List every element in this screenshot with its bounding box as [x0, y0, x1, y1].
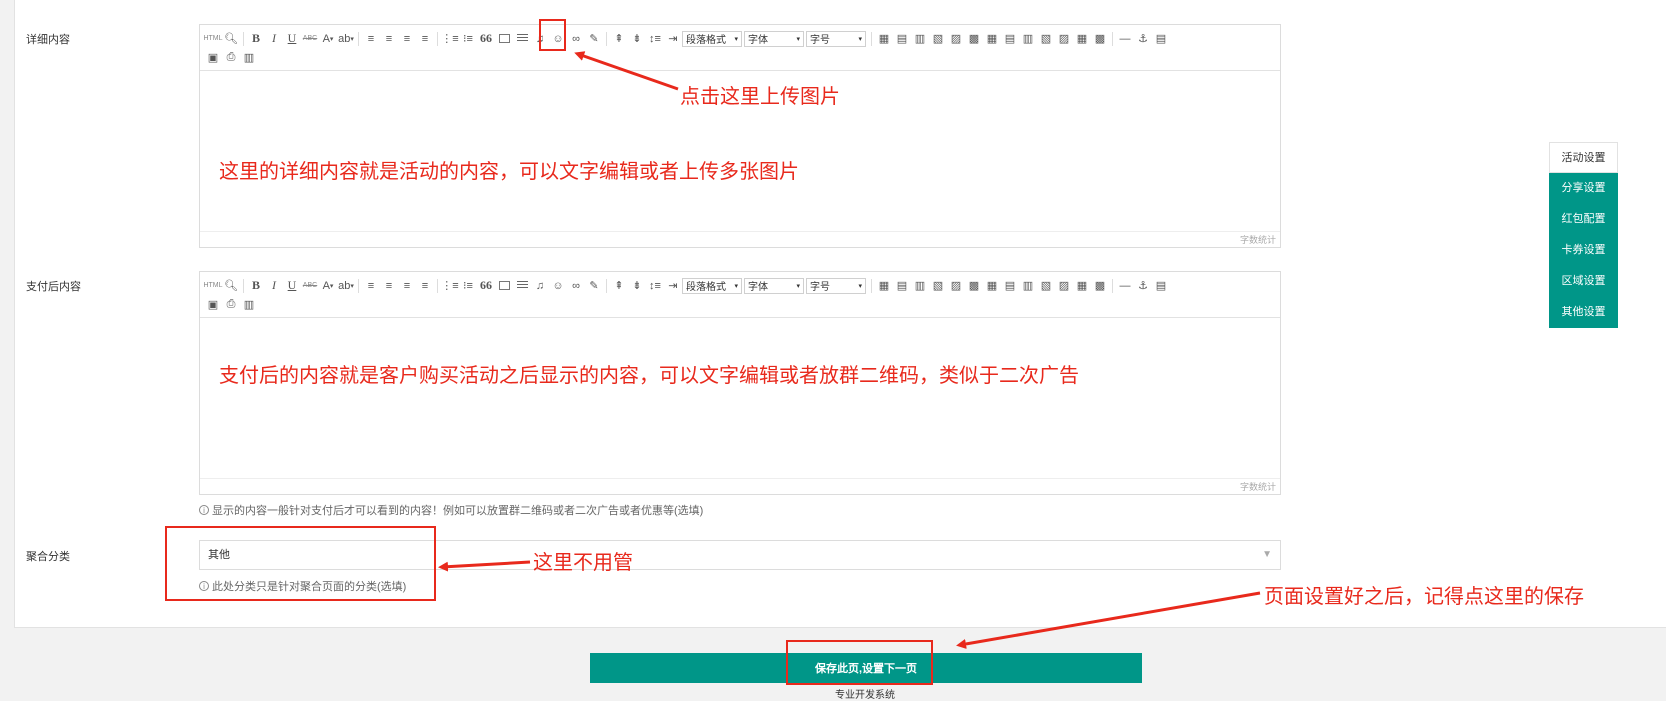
arrow-to-category	[438, 560, 531, 572]
arrow-to-upload-icon	[574, 51, 679, 91]
arrow-to-save-button	[956, 591, 1261, 649]
annotation-arrows	[438, 51, 1261, 649]
